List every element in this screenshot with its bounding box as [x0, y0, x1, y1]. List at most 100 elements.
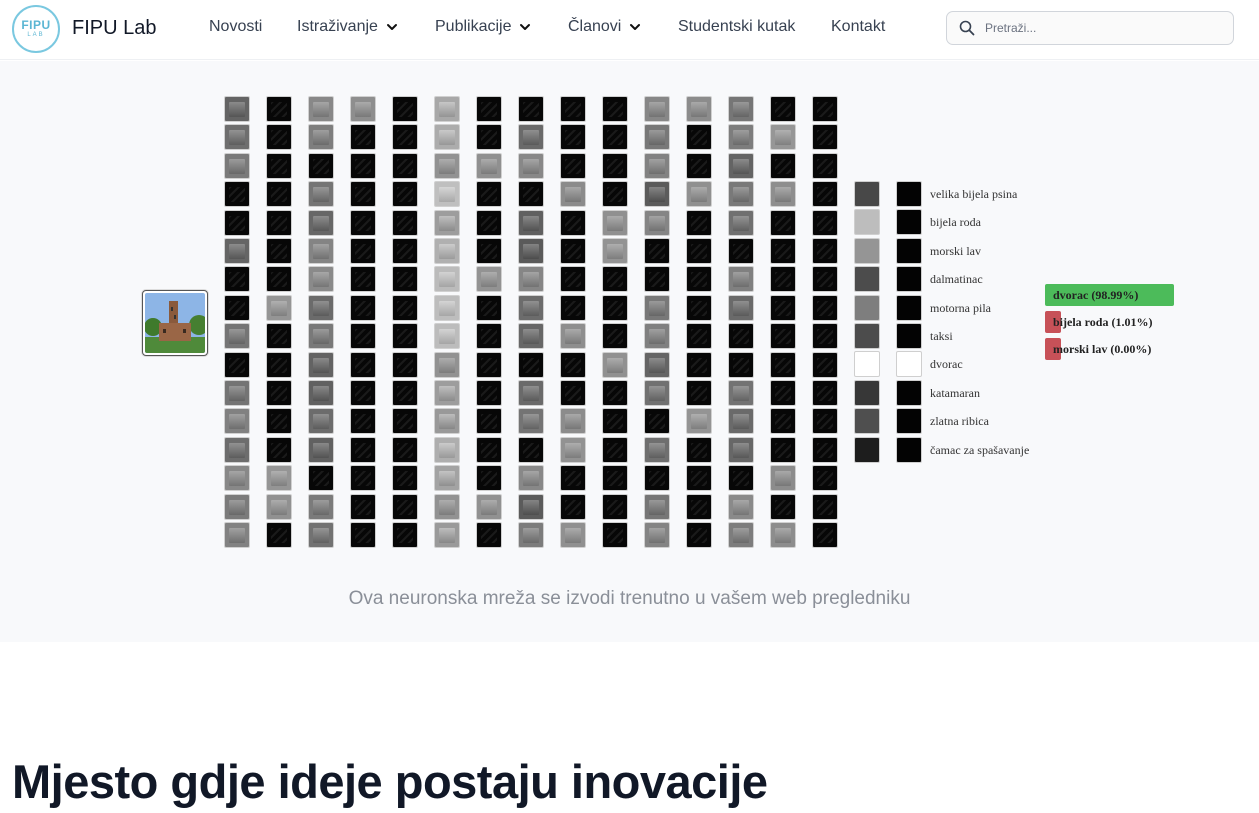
class-probability-cell: [896, 436, 922, 463]
feature-map-tile: [392, 152, 418, 179]
feature-map-tile: [812, 96, 838, 122]
feature-map-tile: [644, 493, 670, 520]
feature-map-tile: [728, 408, 754, 435]
feature-map-tile: [350, 493, 376, 520]
class-label: taksi: [930, 329, 953, 343]
feature-map-tile: [644, 209, 670, 236]
chevron-down-icon: [386, 24, 397, 30]
feature-map-tile: [518, 152, 544, 179]
feature-map-tile: [644, 323, 670, 350]
feature-map-tile: [350, 323, 376, 350]
class-probability-cell: [896, 379, 922, 406]
feature-map-tile: [602, 522, 628, 548]
feature-map-tile: [392, 465, 418, 492]
feature-map-tile: [476, 152, 502, 179]
feature-map-tile: [518, 209, 544, 236]
feature-map-tile: [350, 181, 376, 208]
feature-map-tile: [518, 351, 544, 378]
feature-map-tile: [560, 238, 586, 264]
search-input[interactable]: [985, 21, 1225, 35]
feature-map-tile: [266, 124, 292, 151]
feature-map-tile: [518, 266, 544, 293]
class-probability-cell: [896, 209, 922, 236]
feature-map-tile: [812, 380, 838, 406]
feature-map-tile: [728, 493, 754, 520]
feature-map-tile: [560, 351, 586, 378]
hero-title: Mjesto gdje ideje postaju inovacije: [12, 755, 768, 808]
feature-map-tile: [350, 238, 376, 264]
prediction-label: dvorac (98.99%): [1053, 288, 1139, 302]
site-logo[interactable]: FIPU LAB: [12, 5, 60, 53]
feature-map-tile: [266, 465, 292, 492]
feature-map-tile: [476, 238, 502, 264]
feature-map-tile: [518, 380, 544, 406]
class-label: dalmatinac: [930, 272, 983, 287]
feature-map-tile: [518, 436, 544, 463]
feature-map-tile: [392, 266, 418, 293]
feature-map-tile: [476, 294, 502, 321]
nav-item-studentski-kutak[interactable]: Studentski kutak: [678, 18, 795, 36]
nav-item-istrazivanje[interactable]: Istraživanje: [297, 18, 398, 36]
nav-item-publikacije[interactable]: Publikacije: [435, 18, 531, 36]
feature-map-tile: [392, 124, 418, 151]
feature-map-tile: [770, 465, 796, 492]
feature-map-tile: [602, 124, 628, 151]
class-logit-cell: [854, 351, 880, 378]
feature-map-tile: [686, 181, 712, 208]
input-image[interactable]: [142, 290, 208, 356]
feature-map-tile: [266, 436, 292, 463]
feature-map-tile: [728, 266, 754, 293]
search-icon: [959, 20, 975, 36]
feature-map-tile: [602, 209, 628, 236]
feature-map-tile: [308, 124, 334, 151]
feature-map-tile: [686, 209, 712, 236]
feature-map-tile: [434, 493, 460, 520]
feature-map-tile: [686, 152, 712, 179]
prediction-label: morski lav (0.00%): [1053, 342, 1152, 356]
feature-map-tile: [350, 522, 376, 548]
feature-map-tile: [224, 266, 250, 293]
feature-map-tile: [770, 323, 796, 350]
feature-map-tile: [602, 493, 628, 520]
logo-subtext: LAB: [27, 32, 45, 38]
feature-map-tile: [644, 465, 670, 492]
nav-item-novosti[interactable]: Novosti: [209, 18, 262, 36]
nav-item-clanovi[interactable]: Članovi: [568, 18, 641, 36]
feature-map-tile: [476, 380, 502, 406]
feature-map-tile: [392, 209, 418, 236]
feature-map-tile: [518, 522, 544, 548]
feature-map-tile: [686, 436, 712, 463]
feature-map-tile: [644, 152, 670, 179]
feature-map-tile: [644, 294, 670, 321]
feature-map-tile: [224, 380, 250, 406]
class-label: dvorac: [930, 357, 963, 372]
feature-map-tile: [560, 124, 586, 151]
brand-name[interactable]: FIPU Lab: [72, 17, 156, 40]
feature-map-tile: [770, 408, 796, 435]
prediction-label: bijela roda (1.01%): [1053, 315, 1153, 329]
feature-map-tile: [350, 380, 376, 406]
feature-map-tile: [812, 436, 838, 463]
feature-map-tile: [308, 266, 334, 293]
nav-item-kontakt[interactable]: Kontakt: [831, 18, 885, 36]
search-box[interactable]: [946, 11, 1234, 45]
feature-map-tile: [434, 522, 460, 548]
feature-map-tile: [644, 238, 670, 264]
feature-map-tile: [266, 351, 292, 378]
class-probability-cell: [896, 266, 922, 293]
feature-map-tile: [560, 380, 586, 406]
feature-map-tile: [350, 96, 376, 122]
feature-map-tile: [308, 294, 334, 321]
feature-map-tile: [224, 323, 250, 350]
feature-map-tile: [308, 152, 334, 179]
feature-map-tile: [518, 294, 544, 321]
feature-map-tile: [602, 181, 628, 208]
feature-map-tile: [308, 522, 334, 548]
feature-map-tile: [812, 465, 838, 492]
nav-item-label: Studentski kutak: [678, 18, 796, 35]
feature-map-tile: [644, 436, 670, 463]
feature-map-tile: [644, 266, 670, 293]
feature-map-tile: [686, 465, 712, 492]
feature-map-tile: [266, 294, 292, 321]
feature-map-tile: [224, 96, 250, 122]
